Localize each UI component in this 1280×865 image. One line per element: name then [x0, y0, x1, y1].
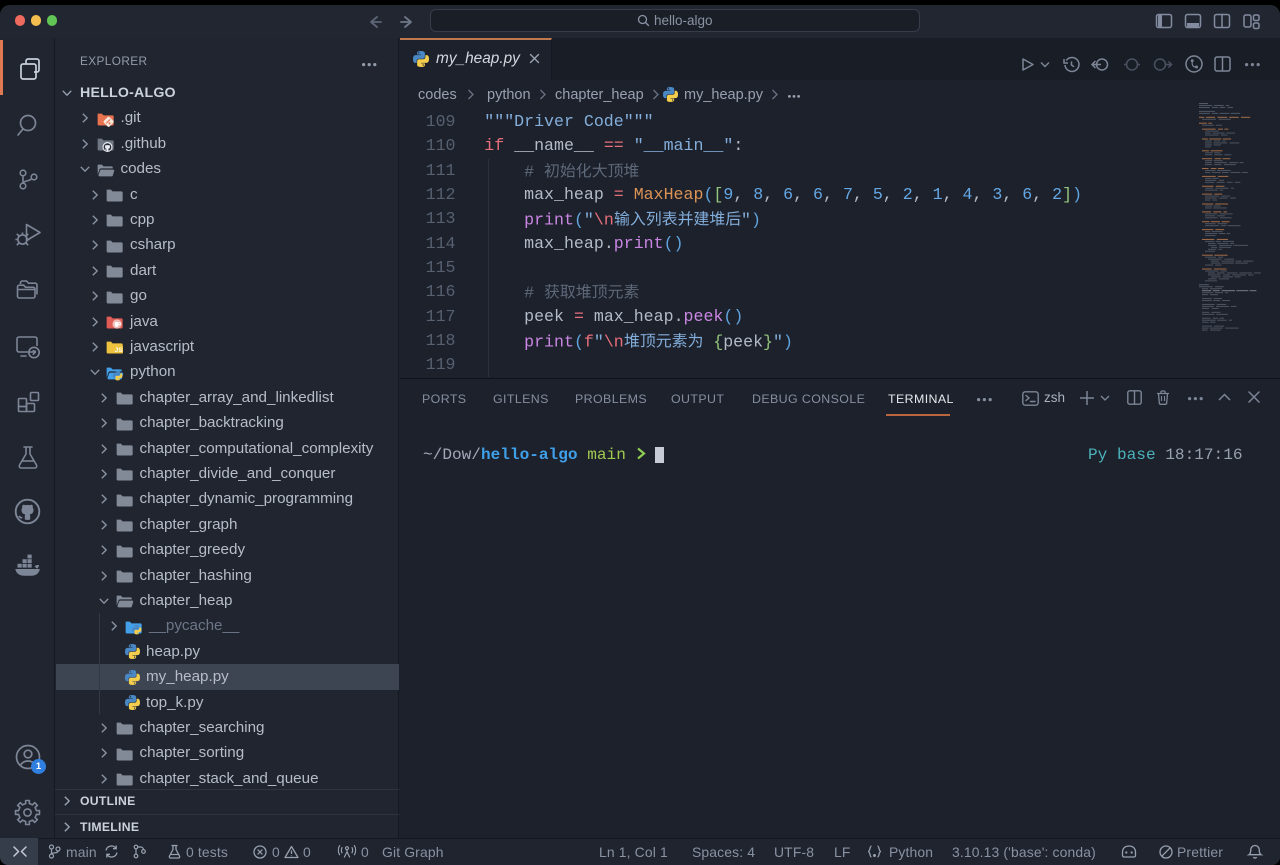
- svg-text:JS: JS: [115, 347, 124, 354]
